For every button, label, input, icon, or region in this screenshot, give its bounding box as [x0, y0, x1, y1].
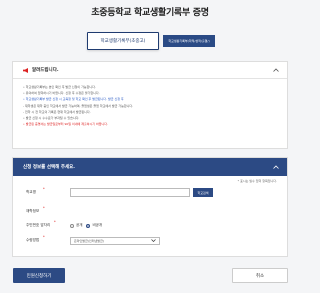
- radio-button[interactable]: [86, 223, 91, 228]
- id-number-label: 주민번호 앞자리 *: [26, 220, 56, 227]
- tab-school-record-detail[interactable]: 학교생활기록부(학적/성적/출결/): [163, 35, 215, 47]
- radio-public[interactable]: 공개: [70, 223, 82, 228]
- receive-method-label: 수령방법 *: [26, 235, 45, 242]
- school-search-button[interactable]: 학교검색: [193, 188, 213, 197]
- megaphone-icon: [23, 67, 28, 73]
- enrollment-label: 재학정보 *: [26, 206, 45, 213]
- receive-method-select[interactable]: 온라인발급(인터넷발급): [70, 236, 160, 245]
- school-name-input[interactable]: [70, 188, 190, 197]
- notice-list: • 학교생활기록부는 본인 확인 후 발급 신청이 가능합니다. • 유의하여 …: [13, 79, 287, 132]
- notice-header: 알려드립니다.: [13, 62, 287, 79]
- school-name-row: 학교명 * 학교검색: [26, 187, 213, 197]
- radio-button[interactable]: [70, 223, 74, 228]
- form-header: 신청 정보를 선택해 주세요.: [13, 158, 287, 176]
- certificate-tabs: 학교생활기록부(초중고) 학교생활기록부(학적/성적/출결/): [87, 32, 215, 50]
- notice-item: • 발급된 증명서는 발급일로부터 90일 이내에 제출하시기 바랍니다.: [23, 122, 108, 127]
- chevron-up-icon[interactable]: [273, 165, 279, 169]
- required-note: * 표시는 필수 입력 항목입니다.: [237, 179, 277, 183]
- school-name-label: 학교명 *: [26, 187, 45, 194]
- chevron-down-icon: [151, 239, 156, 242]
- form-title: 신청 정보를 선택해 주세요.: [23, 165, 75, 170]
- radio-private[interactable]: 비공개: [86, 223, 102, 228]
- tab-school-record[interactable]: 학교생활기록부(초중고): [87, 32, 159, 50]
- cancel-button[interactable]: 취소: [232, 268, 288, 283]
- id-number-row: 주민번호 앞자리 * 공개 비공개: [26, 220, 102, 230]
- chevron-up-icon[interactable]: [273, 68, 279, 72]
- apply-button[interactable]: 민원신청하기: [13, 268, 65, 283]
- receive-method-row: 수령방법 * 온라인발급(인터넷발급): [26, 235, 160, 245]
- enrollment-row: 재학정보 *: [26, 206, 70, 216]
- notice-panel: 알려드립니다. • 학교생활기록부는 본인 확인 후 발급 신청이 가능합니다.…: [12, 61, 288, 149]
- page-title: 초중등학교 학교생활기록부 증명: [91, 8, 209, 18]
- notice-title: 알려드립니다.: [32, 68, 59, 73]
